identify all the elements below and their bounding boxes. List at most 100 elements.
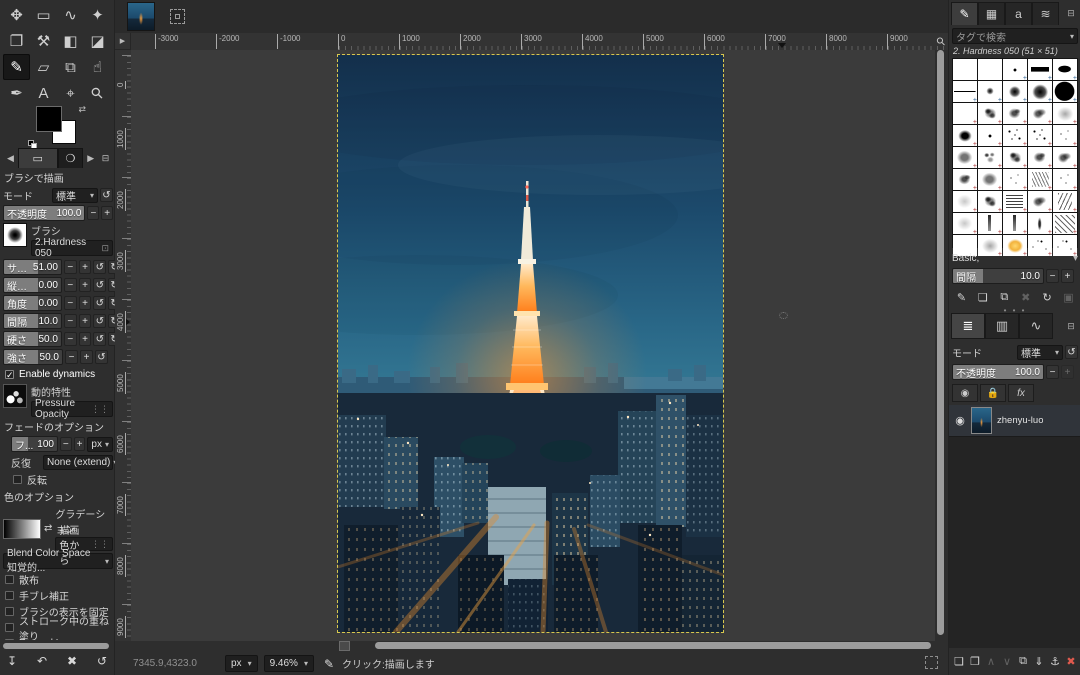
reverse-checkbox[interactable]: 反転 bbox=[3, 472, 113, 487]
brush-swatch[interactable] bbox=[1028, 81, 1052, 102]
reset-button[interactable]: ↺ bbox=[93, 278, 106, 292]
brush-thumbnail[interactable] bbox=[3, 223, 27, 247]
lock-column-icon[interactable]: 🔒 bbox=[980, 384, 1006, 402]
decrement-button[interactable]: − bbox=[64, 278, 77, 292]
brush-swatch[interactable] bbox=[953, 213, 977, 234]
layer-opacity-increment-button[interactable]: + bbox=[1061, 365, 1074, 379]
tab-device-status[interactable]: ❍ bbox=[58, 148, 84, 168]
visibility-column-icon[interactable]: ◉ bbox=[952, 384, 978, 402]
fade-length-slider[interactable]: フ... 100 bbox=[11, 436, 58, 452]
vertical-ruler[interactable]: 0100020003000400050006000700080009000 bbox=[115, 50, 131, 641]
ruler-corner-button[interactable]: ▶ bbox=[115, 33, 131, 50]
lower-layer-button[interactable]: ∨ bbox=[1000, 654, 1015, 670]
duplicate-brush-button[interactable]: ⧉ bbox=[995, 289, 1014, 306]
unit-select[interactable]: px▾ bbox=[225, 655, 258, 672]
image-tab-thumbnail[interactable] bbox=[127, 2, 155, 31]
horizontal-ruler[interactable]: -3000-2000-10000100020003000400050006000… bbox=[131, 33, 948, 50]
canvas-image[interactable] bbox=[338, 55, 723, 632]
duplicate-layer-button[interactable]: ⧉ bbox=[1016, 654, 1031, 670]
increment-button[interactable]: + bbox=[79, 332, 92, 346]
brush-swatch[interactable] bbox=[1003, 81, 1027, 102]
save-tool-preset-button[interactable]: ↧ bbox=[4, 653, 20, 669]
brushes-dock-menu-icon[interactable]: ⊟ bbox=[1063, 2, 1079, 25]
blend-color-space-select[interactable]: Blend Color Space 知覚的...▾ bbox=[3, 553, 113, 569]
brush-swatch[interactable] bbox=[978, 191, 1002, 212]
brush-swatch[interactable] bbox=[1028, 169, 1052, 190]
layer-row[interactable]: ◉ zhenyu-luo bbox=[949, 405, 1080, 437]
vertical-scrollbar[interactable] bbox=[936, 50, 945, 641]
brush-swatch[interactable] bbox=[1003, 213, 1027, 234]
brush-swatch[interactable] bbox=[1028, 191, 1052, 212]
brush-swatch[interactable] bbox=[1003, 103, 1027, 124]
zoom-tool[interactable]: ⚲ bbox=[84, 80, 111, 106]
brush-swatch[interactable] bbox=[1053, 81, 1077, 102]
layers-dock-menu-icon[interactable]: ⊟ bbox=[1063, 313, 1079, 339]
dynamics-thumbnail[interactable] bbox=[3, 384, 27, 408]
empty-image-tab-icon[interactable] bbox=[170, 9, 185, 24]
reset-button[interactable]: ↺ bbox=[93, 332, 106, 346]
brush-edit-icon[interactable]: ⊡ bbox=[101, 243, 109, 254]
mode-reset-button[interactable]: ↺ bbox=[100, 188, 113, 202]
repeat-select[interactable]: None (extend)▾ bbox=[43, 455, 113, 470]
unified-transform-tool[interactable]: ⚒ bbox=[30, 28, 57, 54]
brush-swatch[interactable] bbox=[978, 59, 1002, 80]
slider-サイズ[interactable]: サイズ51.00 bbox=[3, 259, 62, 275]
link-button[interactable]: ↻ bbox=[108, 278, 115, 292]
increment-button[interactable]: + bbox=[79, 278, 92, 292]
image-viewport[interactable] bbox=[131, 50, 935, 641]
new-layer-button[interactable]: ❏ bbox=[952, 654, 967, 670]
brush-group-select[interactable]: Basic,▾ bbox=[952, 251, 1078, 266]
brush-swatch[interactable] bbox=[1003, 169, 1027, 190]
tab-fonts[interactable]: a bbox=[1005, 2, 1032, 25]
new-brush-button[interactable]: ❏ bbox=[973, 289, 992, 306]
gradient-thumbnail[interactable] bbox=[3, 519, 41, 539]
opacity-slider[interactable]: 不透明度 100.0 bbox=[3, 205, 85, 221]
brush-swatch[interactable] bbox=[953, 191, 977, 212]
layer-mode-reset-button[interactable]: ↺ bbox=[1065, 345, 1078, 359]
increment-button[interactable]: + bbox=[79, 314, 92, 328]
link-button[interactable]: ↻ bbox=[108, 260, 115, 274]
reset-button[interactable]: ↺ bbox=[93, 296, 106, 310]
fade-unit-select[interactable]: px▾ bbox=[87, 437, 113, 452]
edit-brush-button[interactable]: ✎ bbox=[952, 289, 971, 306]
layer-mode-select[interactable]: 標準▾ bbox=[1017, 345, 1063, 360]
brush-swatch[interactable] bbox=[978, 81, 1002, 102]
brush-swatch[interactable] bbox=[1003, 125, 1027, 146]
reset-button[interactable]: ↺ bbox=[95, 350, 108, 364]
foreground-color-swatch[interactable] bbox=[36, 106, 62, 132]
brush-spacing-slider[interactable]: 間隔 10.0 bbox=[952, 268, 1044, 284]
dock-tab-left-arrow[interactable]: ◀ bbox=[3, 148, 18, 168]
gradient-selector[interactable]: ⇄ グラデーション 描画色から⋮⋮ bbox=[3, 506, 113, 551]
brush-swatch[interactable] bbox=[1003, 147, 1027, 168]
dock-menu-icon[interactable]: ⊟ bbox=[98, 148, 113, 168]
brush-swatch[interactable] bbox=[1028, 59, 1052, 80]
text-tool[interactable]: A bbox=[30, 80, 57, 106]
increment-button[interactable]: + bbox=[79, 260, 92, 274]
brush-swatch[interactable] bbox=[1028, 213, 1052, 234]
link-button[interactable]: ↻ bbox=[108, 332, 115, 346]
merge-down-button[interactable]: ⇓ bbox=[1032, 654, 1047, 670]
brush-swatch[interactable] bbox=[1003, 191, 1027, 212]
fuzzy-select-tool[interactable]: ✦ bbox=[84, 2, 111, 28]
rectangle-select-tool[interactable]: ▭ bbox=[30, 2, 57, 28]
clone-tool[interactable]: ⧉ bbox=[57, 54, 84, 80]
delete-brush-button[interactable]: ✖ bbox=[1016, 289, 1035, 306]
eraser-tool[interactable]: ▱ bbox=[30, 54, 57, 80]
gradient-tool[interactable]: ◧ bbox=[57, 28, 84, 54]
brush-swatch[interactable] bbox=[953, 125, 977, 146]
brush-selector[interactable]: ブラシ 2.Hardness 050⊡ bbox=[3, 223, 113, 256]
flip-gradient-icon[interactable]: ⇄ bbox=[44, 523, 52, 534]
brush-swatch[interactable] bbox=[953, 169, 977, 190]
decrement-button[interactable]: − bbox=[64, 296, 77, 310]
reset-button[interactable]: ↺ bbox=[93, 314, 106, 328]
tab-patterns[interactable]: ▦ bbox=[978, 2, 1005, 25]
paths-tool[interactable]: ✒ bbox=[3, 80, 30, 106]
tab-tool-options[interactable]: ▭ bbox=[18, 148, 58, 168]
horizontal-scrollbar[interactable] bbox=[131, 641, 948, 651]
layer-thumbnail[interactable] bbox=[971, 407, 992, 434]
decrement-button[interactable]: − bbox=[65, 350, 78, 364]
slider-強さ[interactable]: 強さ50.0 bbox=[3, 349, 63, 365]
brush-swatch[interactable] bbox=[1053, 191, 1077, 212]
reset-button[interactable]: ↺ bbox=[93, 260, 106, 274]
increment-button[interactable]: + bbox=[79, 296, 92, 310]
